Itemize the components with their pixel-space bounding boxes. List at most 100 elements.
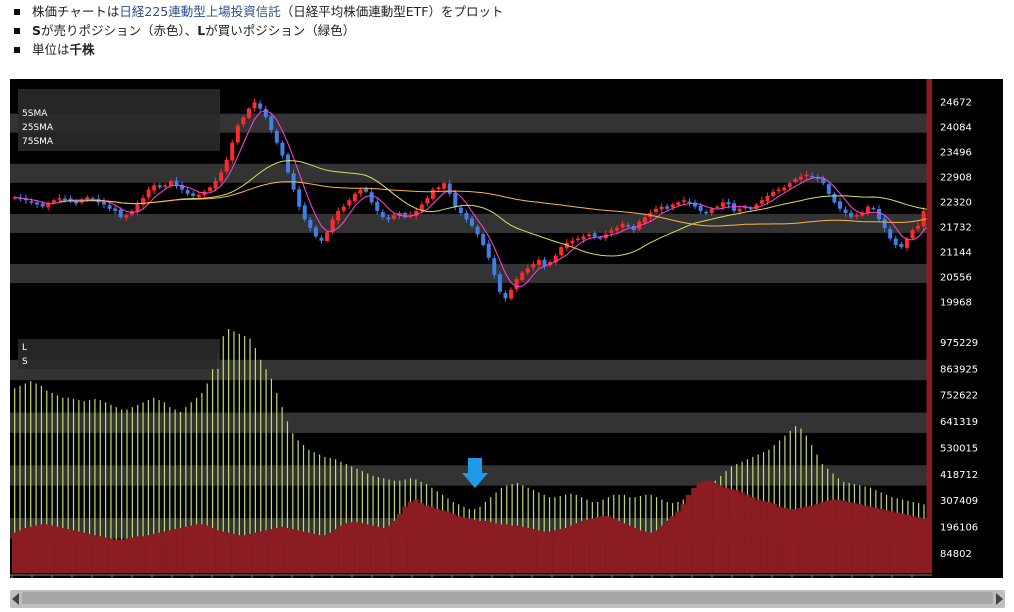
candle-body — [676, 202, 681, 205]
candle-body — [102, 201, 106, 205]
chart-frame: 24672 24084 23496 22908 22320 21732 21144 20556… — [10, 79, 1003, 594]
candle-body — [51, 200, 56, 203]
candle-body — [85, 197, 90, 200]
candle-body — [559, 247, 564, 256]
volume-tick-label: 307409 — [940, 496, 978, 507]
candle-body — [520, 272, 525, 281]
candle-body — [486, 243, 491, 258]
price-legend-item: 5SMA — [22, 109, 48, 119]
scroll-left-icon[interactable] — [12, 593, 19, 605]
candle-body — [57, 198, 62, 200]
price-tick-label: 24672 — [940, 97, 972, 108]
candle-body — [475, 226, 480, 235]
candle-body — [425, 198, 430, 204]
candle-body — [185, 190, 190, 194]
candle-body — [782, 187, 787, 191]
volume-tick-label: 641319 — [940, 417, 978, 428]
scroll-right-icon[interactable] — [996, 593, 1003, 605]
candle-body — [325, 232, 330, 241]
candle-body — [687, 201, 692, 203]
price-tick-label: 19968 — [940, 298, 972, 309]
candle-body — [681, 200, 686, 202]
candle-body — [336, 210, 341, 221]
candle-body — [280, 142, 285, 156]
candle-body — [759, 200, 764, 204]
candle-body — [514, 279, 519, 289]
volume-tick-label: 975229 — [940, 338, 978, 349]
candle-body — [107, 205, 112, 209]
candle-body — [375, 201, 380, 211]
price-band — [10, 264, 932, 284]
candle-body — [241, 117, 246, 125]
candle-body — [614, 227, 619, 231]
candle-body — [665, 206, 670, 209]
candle-body — [163, 185, 168, 187]
candle-body — [570, 240, 575, 244]
note-1-post: （日経平均株価連動型ETF）をプロット — [280, 4, 504, 19]
volume-tick-label: 863925 — [940, 364, 978, 375]
candle-body — [453, 193, 458, 207]
candle-body — [575, 238, 580, 241]
price-tick-label: 20556 — [940, 273, 972, 284]
notes: 株価チャートは 日経225連動型上場投資信託 （日経平均株価連動型ETF）をプロット… — [14, 2, 503, 59]
note-2-l: L — [197, 23, 206, 38]
scroll-thumb[interactable] — [22, 592, 993, 604]
note-3: 単位は 千株 — [14, 40, 503, 59]
price-tick-label: 22908 — [940, 172, 972, 183]
candle-body — [893, 238, 898, 245]
candle-body — [581, 236, 586, 240]
candle-body — [380, 212, 385, 218]
candle-body — [921, 210, 926, 227]
candle-body — [826, 184, 831, 194]
candle-body — [509, 289, 514, 299]
candle-body — [810, 175, 815, 178]
candle-body — [269, 116, 274, 130]
candle-body — [74, 201, 79, 204]
note-1-pre: 株価チャートは — [32, 4, 120, 19]
candle-body — [497, 274, 502, 292]
candle-body — [609, 230, 614, 234]
candle-body — [196, 194, 201, 198]
candle-body — [642, 217, 647, 223]
stock-position-chart: 24672 24084 23496 22908 22320 21732 21144 20556… — [10, 79, 978, 594]
candle-body — [771, 191, 776, 196]
candle-body — [910, 230, 915, 239]
candle-body — [447, 183, 452, 194]
candle-body — [286, 154, 290, 173]
volume-tick-label: 530015 — [940, 443, 978, 454]
candle-body — [302, 205, 307, 220]
candle-body — [698, 205, 703, 211]
price-tick-label: 21144 — [940, 248, 972, 259]
candle-body — [152, 185, 157, 191]
candle-body — [720, 202, 725, 208]
candle-body — [347, 200, 352, 206]
candle-body — [224, 159, 229, 172]
etf-link[interactable]: 日経225連動型上場投資信託 — [119, 2, 280, 21]
candle-body — [882, 218, 887, 228]
candle-body — [899, 243, 904, 248]
candle-body — [369, 192, 374, 203]
candle-body — [230, 142, 235, 161]
candle-body — [838, 201, 842, 209]
volume-tick-label: 196106 — [940, 523, 978, 534]
candle-body — [157, 185, 162, 188]
candle-body — [737, 208, 742, 212]
candle-body — [804, 174, 809, 177]
volume-legend-box — [18, 339, 220, 369]
candle-body — [436, 187, 441, 190]
candle-body — [464, 213, 469, 220]
candle-body — [849, 212, 854, 218]
candle-body — [274, 130, 279, 143]
note-2-t2: が買いポジション（緑色） — [205, 23, 356, 38]
note-2-t1: が売りポジション（赤色）、 — [41, 23, 198, 38]
bullet-icon — [14, 46, 20, 53]
note-1: 株価チャートは 日経225連動型上場投資信託 （日経平均株価連動型ETF）をプロット — [14, 2, 503, 21]
candle-body — [313, 227, 318, 237]
candle-body — [263, 108, 268, 118]
candle-body — [592, 233, 597, 237]
candle-body — [865, 206, 870, 213]
price-legend-item: 75SMA — [22, 137, 54, 147]
candle-body — [213, 181, 218, 189]
candle-body — [113, 208, 118, 211]
horizontal-scrollbar[interactable] — [10, 590, 1005, 608]
